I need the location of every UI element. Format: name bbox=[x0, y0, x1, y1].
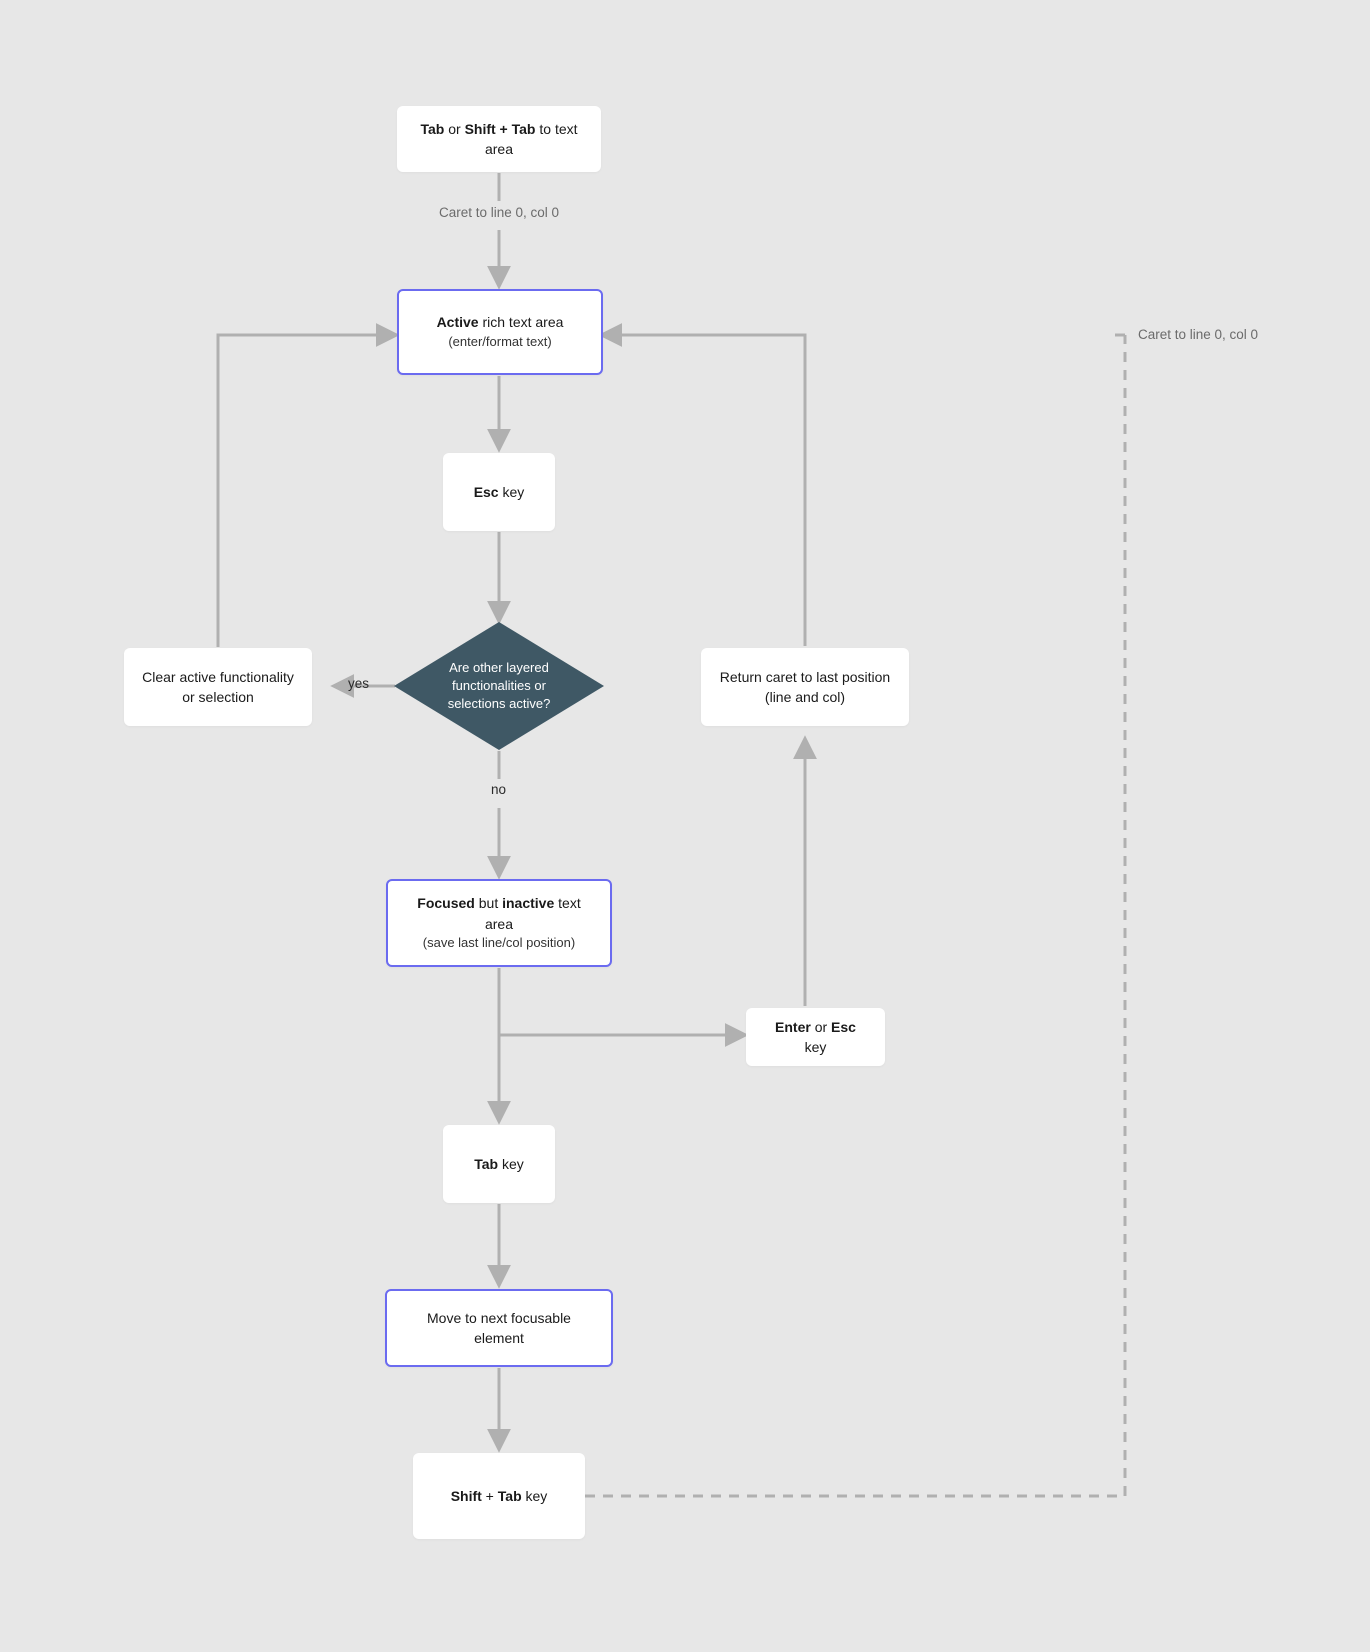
node-clear: Clear active functionality or selection bbox=[124, 648, 312, 726]
node-move-next: Move to next focusable element bbox=[385, 1289, 613, 1367]
decision-text: Are other layered functionalities or sel… bbox=[394, 622, 604, 750]
node-esc-text: Esc key bbox=[474, 482, 525, 502]
node-decision: Are other layered functionalities or sel… bbox=[394, 622, 604, 750]
move-next-text: Move to next focusable element bbox=[405, 1308, 593, 1349]
node-active: Active rich text area (enter/format text… bbox=[397, 289, 603, 375]
node-enter-esc: Enter or Esc key bbox=[746, 1008, 885, 1066]
label-caret-right: Caret to line 0, col 0 bbox=[1138, 327, 1258, 342]
return-line2: (line and col) bbox=[765, 687, 845, 707]
shift-tab-text: Shift + Tab key bbox=[451, 1486, 548, 1506]
node-return-caret: Return caret to last position (line and … bbox=[701, 648, 909, 726]
tab-key-text: Tab key bbox=[474, 1154, 524, 1174]
focused-sub: (save last line/col position) bbox=[423, 934, 575, 953]
node-start-text: Tab or Shift + Tab to text area bbox=[415, 119, 583, 160]
enter-esc-text: Enter or Esc key bbox=[764, 1017, 867, 1058]
connectors bbox=[0, 0, 1370, 1652]
return-line1: Return caret to last position bbox=[720, 667, 890, 687]
clear-line2: or selection bbox=[182, 687, 254, 707]
node-active-line1: Active rich text area bbox=[437, 312, 564, 332]
label-yes: yes bbox=[348, 676, 369, 691]
node-active-sub: (enter/format text) bbox=[448, 333, 551, 352]
label-caret-top: Caret to line 0, col 0 bbox=[399, 205, 599, 220]
flowchart-canvas: Tab or Shift + Tab to text area Caret to… bbox=[0, 0, 1370, 1652]
label-no: no bbox=[491, 782, 506, 797]
focused-line1: Focused but inactive text area bbox=[406, 893, 592, 934]
node-shift-tab-key: Shift + Tab key bbox=[413, 1453, 585, 1539]
node-esc-key: Esc key bbox=[443, 453, 555, 531]
node-tab-key: Tab key bbox=[443, 1125, 555, 1203]
node-start: Tab or Shift + Tab to text area bbox=[397, 106, 601, 172]
clear-line1: Clear active functionality bbox=[142, 667, 294, 687]
node-focused: Focused but inactive text area (save las… bbox=[386, 879, 612, 967]
